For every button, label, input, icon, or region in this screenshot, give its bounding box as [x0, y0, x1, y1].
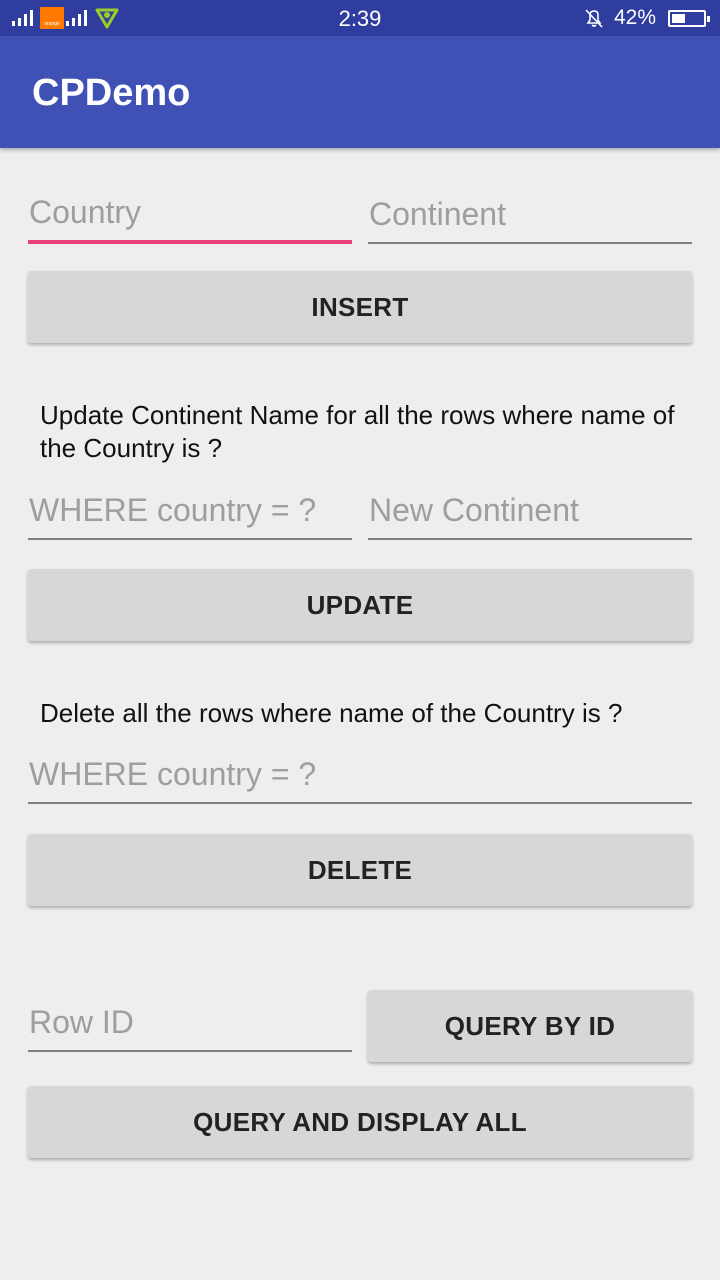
update-where-country-input[interactable]	[28, 488, 352, 532]
delete-description: Delete all the rows where name of the Co…	[40, 698, 623, 728]
update-description: Update Continent Name for all the rows w…	[40, 400, 675, 463]
status-bar: orange 2:39 42%	[0, 0, 720, 36]
battery-percent: 42%	[614, 6, 657, 29]
country-field[interactable]	[28, 184, 352, 244]
query-all-button[interactable]: QUERY AND DISPLAY ALL	[28, 1086, 692, 1158]
app-title: CPDemo	[32, 72, 191, 114]
delete-where-country-input[interactable]	[28, 752, 692, 796]
new-continent-input[interactable]	[368, 488, 692, 532]
delete-button[interactable]: DELETE	[28, 834, 692, 906]
country-input[interactable]	[28, 190, 352, 234]
continent-input[interactable]	[368, 192, 692, 236]
battery-icon	[668, 10, 710, 27]
battery-fill	[672, 14, 685, 23]
insert-button[interactable]: INSERT	[28, 271, 692, 343]
app-bar: CPDemo	[0, 36, 720, 148]
query-by-id-button[interactable]: QUERY BY ID	[368, 990, 692, 1062]
update-where-country-field[interactable]	[28, 480, 352, 540]
bell-off-icon	[585, 9, 603, 28]
new-continent-field[interactable]	[368, 480, 692, 540]
continent-field[interactable]	[368, 184, 692, 244]
clock: 2:39	[338, 6, 382, 31]
row-id-field[interactable]	[28, 992, 352, 1052]
row-id-input[interactable]	[28, 1000, 352, 1044]
update-button[interactable]: UPDATE	[28, 569, 692, 641]
delete-where-country-field[interactable]	[28, 744, 692, 804]
